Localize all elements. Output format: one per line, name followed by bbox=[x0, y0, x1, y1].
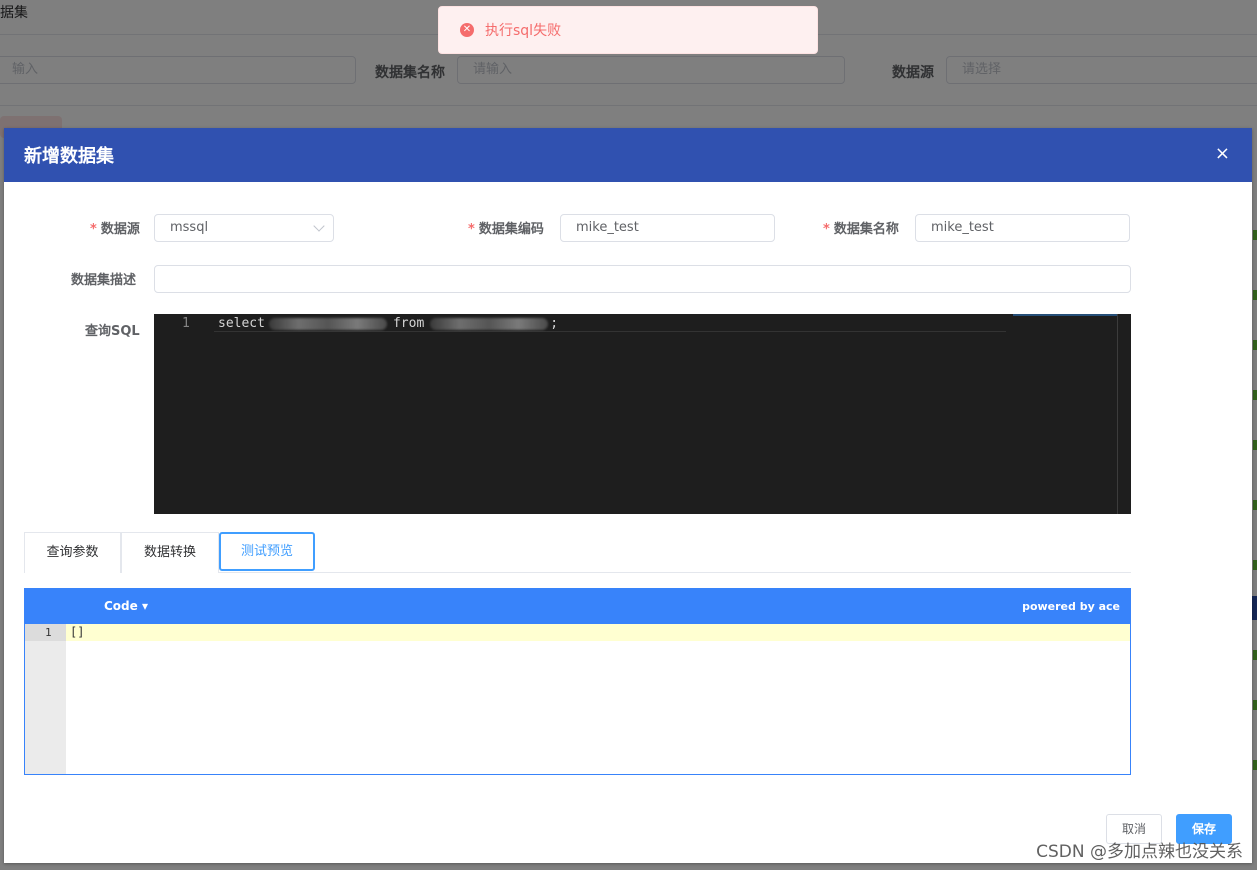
redacted-columns bbox=[268, 317, 387, 330]
minimap-viewport bbox=[1013, 314, 1117, 316]
dialog-title: 新增数据集 bbox=[24, 146, 114, 167]
sql-active-line bbox=[214, 331, 1006, 332]
error-circle-icon: ✕ bbox=[460, 23, 474, 37]
dataset-name-label: * 数据集名称 bbox=[823, 222, 899, 237]
result-gutter bbox=[25, 624, 66, 774]
datasource-value: mssql bbox=[170, 220, 209, 235]
preview-tabs: 查询参数 数据转换 测试预览 bbox=[24, 532, 1131, 573]
required-mark: * bbox=[90, 222, 97, 237]
chevron-down-icon bbox=[313, 220, 325, 232]
dataset-code-input[interactable]: mike_test bbox=[560, 214, 775, 242]
required-mark: * bbox=[468, 222, 475, 237]
dataset-code-label: * 数据集编码 bbox=[468, 222, 544, 237]
datasource-select[interactable]: mssql bbox=[154, 214, 334, 242]
result-json-editor[interactable]: Code ▾ powered by ace 1 [] bbox=[24, 588, 1131, 775]
toast-message: 执行sql失败 bbox=[485, 23, 562, 39]
result-line-number: 1 bbox=[45, 626, 52, 639]
sql-keyword-select: select bbox=[218, 316, 265, 331]
add-dataset-dialog: 新增数据集 × * 数据源 mssql * 数据集编码 mike_test * 数据集… bbox=[4, 128, 1252, 863]
error-toast: ✕ 执行sql失败 bbox=[438, 6, 818, 54]
dataset-name-input[interactable]: mike_test bbox=[915, 214, 1130, 242]
minimap-divider bbox=[1117, 314, 1118, 514]
sql-keyword-from: from bbox=[392, 316, 425, 331]
sql-code-editor[interactable]: 1 select from; bbox=[154, 314, 1131, 514]
close-icon[interactable]: × bbox=[1215, 145, 1230, 163]
watermark: CSDN @多加点辣也没关系 bbox=[1036, 842, 1243, 862]
result-active-line bbox=[66, 624, 1130, 641]
datasource-label: * 数据源 bbox=[90, 222, 140, 237]
powered-by-label: powered by ace bbox=[1022, 600, 1120, 613]
sql-terminator: ; bbox=[550, 316, 559, 331]
sql-code-line: select from; bbox=[218, 316, 558, 331]
mode-menu[interactable]: Code ▾ bbox=[104, 599, 148, 613]
query-sql-label: 查询SQL bbox=[85, 324, 140, 339]
caret-down-icon: ▾ bbox=[141, 599, 148, 613]
redacted-table bbox=[430, 317, 549, 330]
tab-data-transform[interactable]: 数据转换 bbox=[121, 532, 219, 573]
dataset-description-input[interactable] bbox=[154, 265, 1131, 293]
sql-line-number: 1 bbox=[182, 316, 190, 331]
dataset-description-label: 数据集描述 bbox=[71, 273, 137, 288]
tab-test-preview[interactable]: 测试预览 bbox=[219, 532, 315, 571]
dialog-header: 新增数据集 × bbox=[4, 128, 1252, 182]
tab-query-params[interactable]: 查询参数 bbox=[24, 532, 121, 573]
required-mark: * bbox=[823, 222, 830, 237]
result-code-text: [] bbox=[70, 625, 85, 639]
result-editor-toolbar: Code ▾ powered by ace bbox=[25, 589, 1130, 624]
